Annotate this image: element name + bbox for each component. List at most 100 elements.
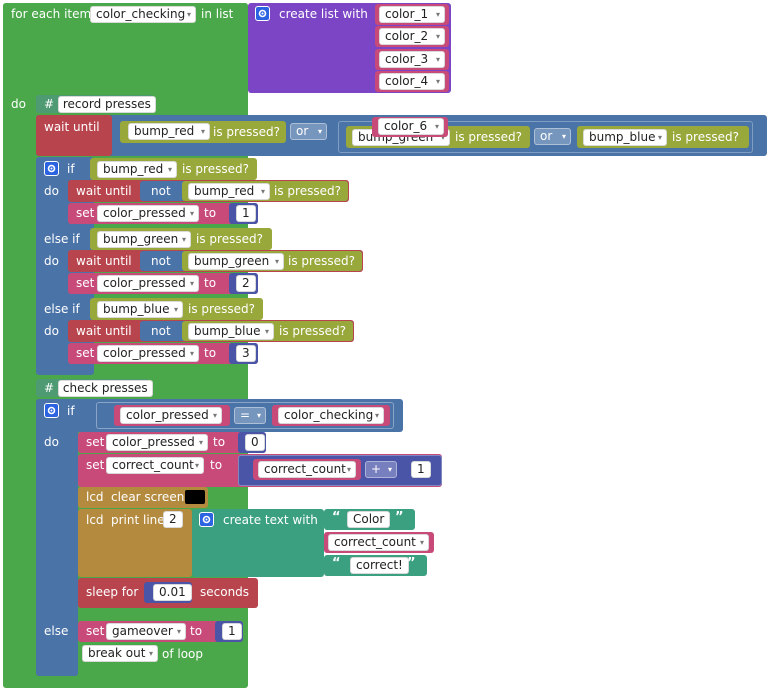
wait-until-label: wait until — [44, 120, 100, 134]
not-is-pressed-blue: is pressed? — [279, 324, 346, 338]
set-label-3: set — [76, 346, 95, 360]
record-comment-text: # record presses — [44, 96, 156, 113]
list-item-6-dropdown[interactable]: color_6 ▾ — [378, 118, 444, 135]
create-list-label: create list with — [279, 7, 368, 21]
cmp-right-dropdown[interactable]: color_checking ▾ — [278, 407, 384, 424]
to-label-3: to — [204, 346, 217, 360]
lcd-label-2: lcd — [86, 513, 104, 527]
set-correct-count-dropdown[interactable]: correct_count ▾ — [106, 457, 204, 474]
text-correct-field[interactable]: correct! — [350, 557, 409, 574]
not-is-pressed-red: is pressed? — [274, 184, 341, 198]
check-comment-field[interactable]: check presses — [57, 380, 153, 397]
if-do-label-3: do — [44, 324, 59, 338]
not-label-r: not — [151, 184, 171, 198]
if-is-pressed-red: is pressed? — [182, 162, 249, 176]
set-label-4: set — [86, 435, 105, 449]
num-1[interactable]: 1 — [236, 205, 256, 222]
cmp-left-dropdown[interactable]: color_pressed ▾ — [120, 407, 222, 424]
create-text-gear-icon[interactable] — [199, 512, 214, 527]
else-if-label-1: else if — [44, 232, 80, 246]
seconds-label: seconds — [200, 585, 250, 599]
set-cp-0-dropdown[interactable]: color_pressed ▾ — [106, 434, 208, 451]
of-loop-label: of loop — [162, 647, 204, 661]
check-comment-text: # check presses — [44, 380, 153, 397]
text-var-dropdown[interactable]: correct_count ▾ — [328, 534, 429, 551]
num-3[interactable]: 3 — [236, 345, 256, 362]
plus-dropdown[interactable]: + ▾ — [365, 461, 397, 478]
to-label-6: to — [190, 624, 203, 638]
to-label-4: to — [213, 435, 226, 449]
list-item-3-dropdown[interactable]: color_3 ▾ — [379, 51, 445, 68]
list-item-2-dropdown[interactable]: color_2 ▾ — [379, 28, 445, 45]
check-do-label: do — [44, 435, 59, 449]
sleep-for-label: sleep for — [86, 585, 139, 599]
check-if-label: if — [67, 404, 75, 418]
bump-blue-dropdown[interactable]: bump_blue ▾ — [583, 129, 667, 146]
not-is-pressed-green: is pressed? — [288, 254, 355, 268]
or-dropdown-2[interactable]: or ▾ — [534, 128, 571, 145]
bump-red-dropdown[interactable]: bump_red ▾ — [128, 123, 210, 140]
check-if-gear-icon[interactable] — [44, 403, 59, 418]
set-label-1: set — [76, 206, 95, 220]
to-label-1: to — [204, 206, 217, 220]
to-label-2: to — [204, 276, 217, 290]
not-label-g: not — [151, 254, 171, 268]
in-list-label: in list — [201, 7, 234, 21]
sleep-value[interactable]: 0.01 — [153, 584, 192, 601]
color-swatch[interactable] — [185, 490, 205, 504]
break-out-dropdown[interactable]: break out ▾ — [82, 645, 158, 662]
else-if-label-2: else if — [44, 302, 80, 316]
num-0[interactable]: 0 — [245, 434, 265, 451]
not-label-b: not — [151, 324, 171, 338]
open-quote-icon-2: “ — [332, 556, 341, 571]
list-item-1-dropdown[interactable]: color_1 ▾ — [379, 6, 445, 23]
foreach-var-dropdown[interactable]: color_checking ▾ — [90, 6, 196, 23]
add-left-dropdown[interactable]: correct_count ▾ — [258, 461, 356, 478]
if-mutator-gear-icon[interactable] — [44, 161, 59, 176]
elseif-is-pressed-blue: is pressed? — [188, 302, 255, 316]
do-label: do — [11, 97, 26, 111]
to-label-5: to — [210, 458, 223, 472]
print-line-label: print line — [111, 513, 165, 527]
set-cp-3-dropdown[interactable]: color_pressed ▾ — [97, 345, 199, 362]
elseif-bump-green-dropdown[interactable]: bump_green ▾ — [97, 231, 191, 248]
if-bump-red-dropdown[interactable]: bump_red ▾ — [97, 161, 177, 178]
gameover-num[interactable]: 1 — [222, 623, 242, 640]
check-if-footer[interactable] — [36, 666, 78, 676]
or-dropdown-1[interactable]: or ▾ — [290, 123, 327, 140]
set-cp-1-dropdown[interactable]: color_pressed ▾ — [97, 205, 199, 222]
is-pressed-1: is pressed? — [213, 125, 280, 139]
is-pressed-3: is pressed? — [672, 130, 739, 144]
elseif-bump-blue-dropdown[interactable]: bump_blue ▾ — [97, 301, 183, 318]
not-bump-green-dropdown[interactable]: bump_green ▾ — [188, 253, 284, 270]
elseif-is-pressed-green: is pressed? — [196, 232, 263, 246]
open-quote-icon-1: “ — [332, 510, 341, 525]
gameover-dropdown[interactable]: gameover ▾ — [106, 623, 186, 640]
is-pressed-2: is pressed? — [455, 130, 522, 144]
line-number[interactable]: 2 — [163, 511, 183, 528]
foreach-label: for each item — [11, 7, 92, 21]
if-do-label-2: do — [44, 254, 59, 268]
foreach-footer[interactable] — [3, 676, 248, 688]
mutator-gear-icon[interactable] — [255, 6, 270, 21]
lcd-label-1: lcd — [86, 490, 104, 504]
set-label-2: set — [76, 276, 95, 290]
text-color-field[interactable]: Color — [347, 511, 391, 528]
set-cp-2-dropdown[interactable]: color_pressed ▾ — [97, 275, 199, 292]
set-label-5: set — [86, 458, 105, 472]
clear-screen-label: clear screen — [111, 490, 185, 504]
set-label-6: set — [86, 624, 105, 638]
not-bump-blue-dropdown[interactable]: bump_blue ▾ — [188, 323, 274, 340]
create-text-label: create text with — [223, 513, 318, 527]
list-item-4-dropdown[interactable]: color_4 ▾ — [379, 73, 445, 90]
not-bump-red-dropdown[interactable]: bump_red ▾ — [188, 183, 270, 200]
record-comment-field[interactable]: record presses — [57, 96, 156, 113]
wait-until-label-r: wait until — [76, 184, 132, 198]
else-label: else — [44, 624, 69, 638]
close-quote-icon-1: ” — [395, 510, 404, 525]
eq-dropdown[interactable]: = ▾ — [234, 407, 266, 424]
num-one[interactable]: 1 — [411, 461, 431, 478]
num-2[interactable]: 2 — [236, 275, 256, 292]
close-quote-icon-2: ” — [407, 556, 416, 571]
if-do-label-1: do — [44, 184, 59, 198]
